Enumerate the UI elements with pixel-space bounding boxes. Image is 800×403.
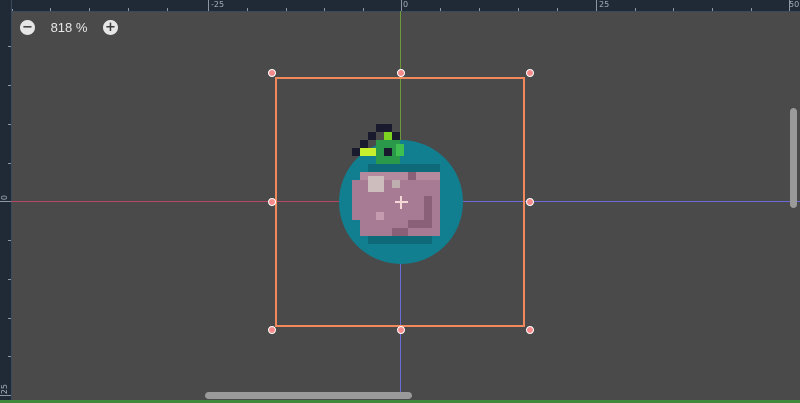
resize-handle-bottom-left[interactable] [268,326,276,334]
vertical-scrollbar[interactable] [790,108,797,208]
plus-circle-icon: + [105,19,116,35]
zoom-out-button[interactable]: − [20,19,35,35]
resize-handle-bottom[interactable] [397,326,405,334]
zoom-controls: − 818 % + [20,17,118,37]
horizontal-scrollbar[interactable] [205,392,412,399]
zoom-in-button[interactable]: + [103,19,118,35]
resize-handle-top[interactable] [397,69,405,77]
resize-handle-top-left[interactable] [268,69,276,77]
resize-handle-top-right[interactable] [526,69,534,77]
resize-handle-left[interactable] [268,198,276,206]
resize-handle-right[interactable] [526,198,534,206]
resize-handle-bottom-right[interactable] [526,326,534,334]
minus-circle-icon: − [22,19,33,35]
selection-rectangle[interactable] [275,77,525,327]
zoom-level-button[interactable]: 818 % [43,20,95,35]
